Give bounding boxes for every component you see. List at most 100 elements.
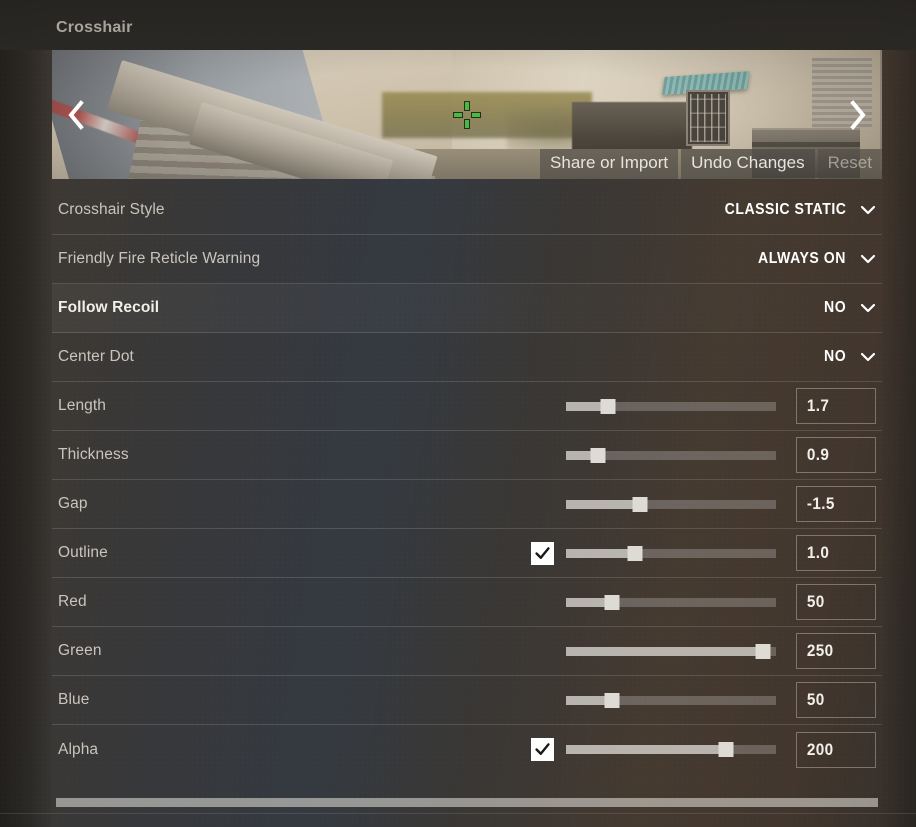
value-input-alpha[interactable]: 200 xyxy=(796,731,876,768)
value-input-red[interactable]: 50 xyxy=(796,584,876,620)
row-label-green: Green xyxy=(58,642,102,659)
bottom-divider xyxy=(0,813,916,814)
slider-control-gap: -1.5 xyxy=(531,486,876,522)
left-gutter xyxy=(0,0,52,827)
slider-gap[interactable] xyxy=(566,496,776,512)
slider-length[interactable] xyxy=(566,398,776,414)
check-icon xyxy=(534,545,551,562)
row-label-red: Red xyxy=(58,593,87,610)
value-input-green[interactable]: 250 xyxy=(796,633,876,669)
row-label-thickness: Thickness xyxy=(58,446,129,463)
slider-handle-thickness[interactable] xyxy=(590,447,605,463)
settings-row-friendly-fire-reticle-warning[interactable]: Friendly Fire Reticle Warning ALWAYS ON xyxy=(52,235,882,284)
settings-row-blue[interactable]: Blue 50 xyxy=(52,676,882,725)
slider-control-thickness: 0.9 xyxy=(531,437,876,473)
chevron-down-icon[interactable] xyxy=(860,202,876,218)
settings-list: Crosshair Style CLASSIC STATIC Friendly Fi… xyxy=(52,186,882,774)
settings-row-alpha[interactable]: Alpha 200 xyxy=(52,725,882,774)
settings-row-red[interactable]: Red 50 xyxy=(52,578,882,627)
settings-row-outline[interactable]: Outline 1.0 xyxy=(52,529,882,578)
dropdown-crosshair-style[interactable]: CLASSIC STATIC xyxy=(708,201,876,219)
settings-row-follow-recoil[interactable]: Follow Recoil NO xyxy=(52,284,882,333)
slider-handle-alpha[interactable] xyxy=(718,742,734,757)
checkbox-alpha[interactable] xyxy=(531,738,554,761)
slider-control-green: 250 xyxy=(531,633,876,669)
slider-fill-green xyxy=(566,646,764,656)
slider-handle-length[interactable] xyxy=(600,398,616,414)
settings-row-gap[interactable]: Gap -1.5 xyxy=(52,480,882,529)
value-input-outline[interactable]: 1.0 xyxy=(796,535,876,571)
check-icon xyxy=(534,741,551,758)
value-text-thickness: 0.9 xyxy=(806,445,830,464)
row-label-follow-recoil: Follow Recoil xyxy=(58,299,160,316)
value-text-alpha: 200 xyxy=(806,739,834,759)
dropdown-center-dot[interactable]: NO xyxy=(821,348,876,366)
slider-handle-gap[interactable] xyxy=(632,496,647,512)
dropdown-value-follow-recoil: NO xyxy=(823,299,846,316)
row-label-outline: Outline xyxy=(58,544,108,561)
slider-thickness[interactable] xyxy=(566,447,776,463)
row-label-length: Length xyxy=(58,397,107,414)
row-label-crosshair-style: Crosshair Style xyxy=(58,201,165,218)
value-text-blue: 50 xyxy=(806,690,825,709)
value-text-length: 1.7 xyxy=(806,396,830,415)
settings-row-crosshair-style[interactable]: Crosshair Style CLASSIC STATIC xyxy=(52,186,882,235)
slider-control-red: 50 xyxy=(531,584,876,620)
value-text-outline: 1.0 xyxy=(806,543,830,562)
preview-action-reset-button[interactable]: Reset xyxy=(817,149,882,179)
settings-row-green[interactable]: Green 250 xyxy=(52,627,882,676)
crosshair-preview[interactable]: Share or Import Undo Changes Reset xyxy=(52,50,882,179)
crosshair-settings-panel: Crosshair Share or Import Undo Changes R… xyxy=(0,0,916,827)
slider-handle-red[interactable] xyxy=(604,594,620,610)
value-input-thickness[interactable]: 0.9 xyxy=(796,437,876,473)
value-input-length[interactable]: 1.7 xyxy=(796,388,876,424)
slider-red[interactable] xyxy=(566,594,776,610)
dropdown-value-friendly-fire-reticle-warning: ALWAYS ON xyxy=(758,250,846,267)
slider-control-alpha: 200 xyxy=(531,731,876,768)
checkbox-placeholder xyxy=(531,395,554,418)
dropdown-follow-recoil[interactable]: NO xyxy=(821,299,876,317)
horizontal-scrollbar-thumb[interactable] xyxy=(56,798,878,807)
row-label-friendly-fire-reticle-warning: Friendly Fire Reticle Warning xyxy=(58,250,261,267)
slider-fill-alpha xyxy=(566,745,726,754)
row-label-blue: Blue xyxy=(58,691,90,708)
slider-control-length: 1.7 xyxy=(531,388,876,424)
checkbox-placeholder xyxy=(531,444,554,467)
slider-control-outline: 1.0 xyxy=(531,535,876,571)
slider-fill-gap xyxy=(566,499,640,509)
preview-action-share-or-import-button[interactable]: Share or Import xyxy=(540,149,679,179)
preview-action-bar: Share or Import Undo Changes Reset xyxy=(540,149,882,179)
panel-header: Crosshair xyxy=(0,0,916,50)
slider-outline[interactable] xyxy=(566,545,776,561)
settings-row-thickness[interactable]: Thickness 0.9 xyxy=(52,431,882,480)
value-input-gap[interactable]: -1.5 xyxy=(796,486,876,522)
value-input-blue[interactable]: 50 xyxy=(796,682,876,718)
slider-green[interactable] xyxy=(566,643,776,659)
chevron-right-icon[interactable] xyxy=(842,90,876,140)
settings-row-length[interactable]: Length 1.7 xyxy=(52,382,882,431)
slider-blue[interactable] xyxy=(566,692,776,708)
checkbox-outline[interactable] xyxy=(531,541,554,565)
slider-handle-outline[interactable] xyxy=(627,545,643,561)
row-label-alpha: Alpha xyxy=(58,740,99,758)
chevron-down-icon[interactable] xyxy=(860,349,876,365)
preview-action-undo-changes-button[interactable]: Undo Changes xyxy=(681,149,815,179)
checkbox-placeholder xyxy=(531,640,554,663)
checkbox-placeholder xyxy=(531,493,554,516)
page-title: Crosshair xyxy=(56,19,133,36)
horizontal-scrollbar-track[interactable] xyxy=(52,798,882,807)
chevron-down-icon[interactable] xyxy=(860,300,876,316)
chevron-left-icon[interactable] xyxy=(58,90,92,140)
slider-control-blue: 50 xyxy=(531,682,876,718)
row-label-center-dot: Center Dot xyxy=(58,348,134,365)
settings-row-center-dot[interactable]: Center Dot NO xyxy=(52,333,882,382)
value-text-green: 250 xyxy=(806,641,834,660)
checkbox-placeholder xyxy=(531,689,554,712)
chevron-down-icon[interactable] xyxy=(860,251,876,267)
slider-handle-blue[interactable] xyxy=(604,692,620,708)
right-gutter xyxy=(882,0,916,827)
row-label-gap: Gap xyxy=(58,495,88,512)
slider-alpha[interactable] xyxy=(566,742,776,757)
dropdown-friendly-fire-reticle-warning[interactable]: ALWAYS ON xyxy=(746,250,876,268)
slider-handle-green[interactable] xyxy=(755,643,771,659)
